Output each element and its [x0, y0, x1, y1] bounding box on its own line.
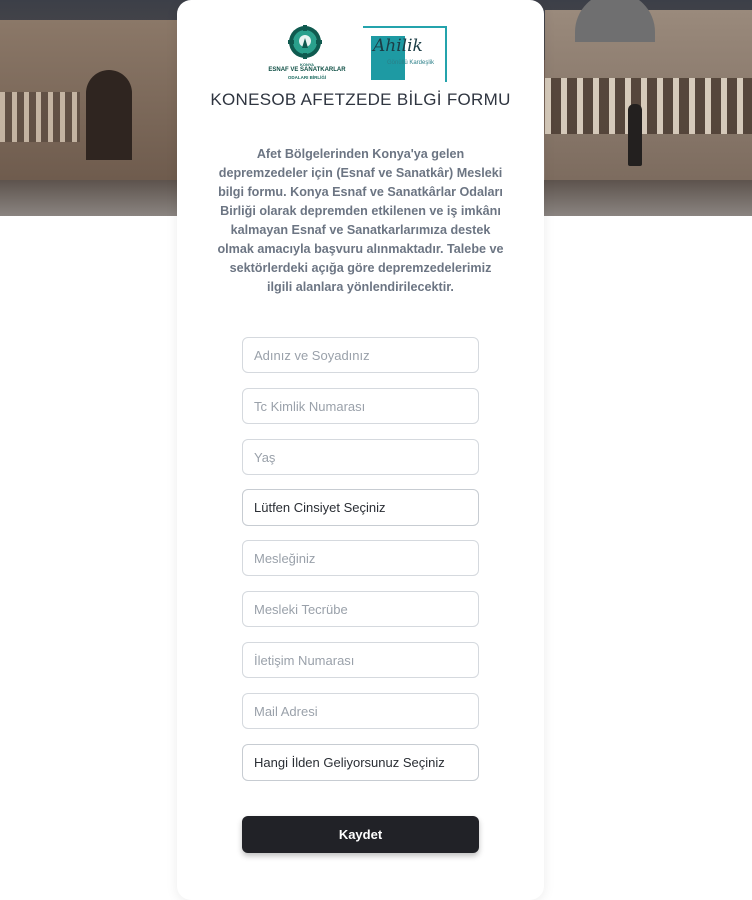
hero-person-silhouette	[628, 104, 642, 166]
ahilik-logo-wordmark: Ahilik	[373, 36, 423, 56]
ahilik-logo-tagline: Gönüllü Kardeşlik	[387, 60, 435, 66]
konesob-logo: KONYA ESNAF VE SANATKARLAR ODALARI BİRLİ…	[267, 24, 347, 84]
hero-dome	[575, 0, 655, 42]
age-input[interactable]	[242, 439, 479, 475]
city-select[interactable]: Hangi İlden Geliyorsunuz Seçiniz	[242, 744, 479, 781]
konesob-emblem-icon	[288, 25, 322, 59]
hero-columns-right	[545, 78, 752, 134]
konesob-logo-line3: ODALARI BİRLİĞİ	[287, 75, 327, 80]
form-title: KONESOB AFETZEDE BİLGİ FORMU	[210, 90, 511, 109]
save-button[interactable]: Kaydet	[242, 816, 479, 853]
phone-input[interactable]	[242, 642, 479, 678]
gender-select[interactable]: Lütfen Cinsiyet Seçiniz	[242, 489, 479, 526]
tc-id-input[interactable]	[242, 388, 479, 424]
profession-input[interactable]	[242, 540, 479, 576]
form-description: Afet Bölgelerinden Konya'ya gelen deprem…	[217, 147, 504, 294]
logo-row: KONYA ESNAF VE SANATKARLAR ODALARI BİRLİ…	[267, 24, 457, 86]
hero-archway	[86, 70, 132, 160]
experience-input[interactable]	[242, 591, 479, 627]
hero-columns-left	[0, 92, 80, 142]
email-input[interactable]	[242, 693, 479, 729]
ahilik-logo: Ahilik Gönüllü Kardeşlik	[363, 26, 453, 84]
form-card: KONYA ESNAF VE SANATKARLAR ODALARI BİRLİ…	[177, 0, 544, 900]
konesob-logo-line2: ESNAF VE SANATKARLAR	[268, 67, 346, 73]
full-name-input[interactable]	[242, 337, 479, 373]
